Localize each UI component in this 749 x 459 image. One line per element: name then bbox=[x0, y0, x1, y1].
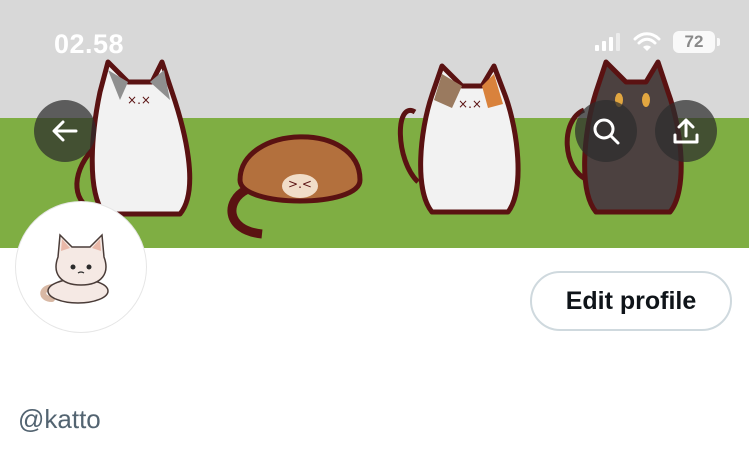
avatar-cat-image bbox=[40, 233, 109, 304]
back-arrow-icon bbox=[52, 120, 78, 142]
status-time: 02.58 bbox=[54, 29, 125, 59]
svg-text:>.<: >.< bbox=[288, 177, 312, 191]
signal-icon bbox=[595, 33, 620, 51]
status-icons: 72 bbox=[595, 31, 720, 53]
battery-icon: 72 bbox=[673, 31, 720, 53]
svg-text:×.×: ×.× bbox=[127, 93, 151, 107]
battery-level: 72 bbox=[684, 32, 704, 51]
share-icon bbox=[673, 118, 699, 144]
status-bar: 02.58 72 bbox=[0, 0, 749, 80]
avatar[interactable] bbox=[16, 202, 146, 332]
search-icon bbox=[593, 118, 620, 145]
share-button[interactable] bbox=[655, 100, 717, 162]
edit-profile-button[interactable]: Edit profile bbox=[530, 271, 732, 331]
search-button[interactable] bbox=[575, 100, 637, 162]
wifi-icon bbox=[633, 32, 661, 51]
back-button[interactable] bbox=[34, 100, 96, 162]
profile-handle: @katto bbox=[18, 404, 101, 434]
edit-profile-label: Edit profile bbox=[565, 286, 697, 315]
svg-text:×.×: ×.× bbox=[458, 97, 482, 111]
